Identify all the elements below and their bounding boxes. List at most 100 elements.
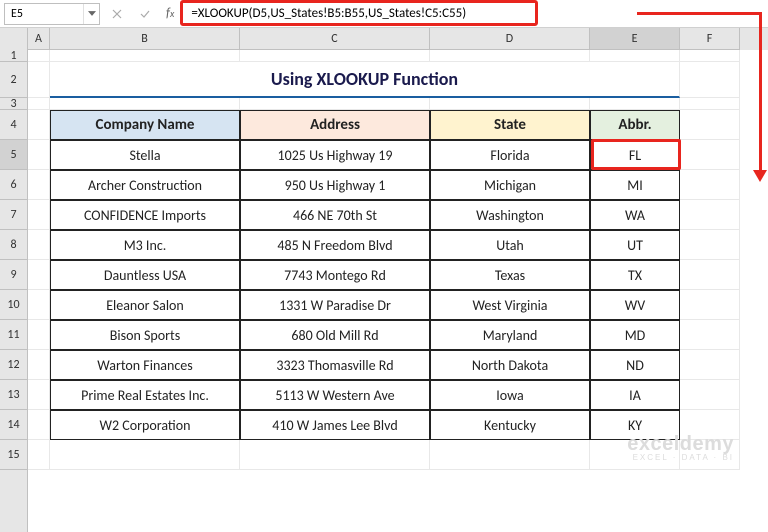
- cell[interactable]: [430, 98, 590, 110]
- row-header[interactable]: 1: [0, 50, 27, 62]
- row-header[interactable]: 14: [0, 410, 27, 440]
- cell-state[interactable]: Florida: [430, 140, 590, 170]
- cell[interactable]: [430, 50, 590, 62]
- cell[interactable]: [680, 350, 740, 380]
- table-header[interactable]: Company Name: [50, 110, 240, 140]
- cell-state[interactable]: North Dakota: [430, 350, 590, 380]
- row-header[interactable]: 9: [0, 260, 27, 290]
- enter-icon[interactable]: [134, 3, 156, 25]
- cell-abbr[interactable]: MD: [590, 320, 680, 350]
- col-header[interactable]: B: [50, 28, 240, 50]
- cell[interactable]: [28, 410, 50, 440]
- row-header[interactable]: 3: [0, 98, 27, 110]
- cell-address[interactable]: 1025 Us Highway 19: [240, 140, 430, 170]
- table-header[interactable]: Abbr.: [590, 110, 680, 140]
- row-header[interactable]: 13: [0, 380, 27, 410]
- cell-state[interactable]: Iowa: [430, 380, 590, 410]
- cell-state[interactable]: Washington: [430, 200, 590, 230]
- row-header[interactable]: 11: [0, 320, 27, 350]
- cell[interactable]: [680, 320, 740, 350]
- cell[interactable]: [28, 200, 50, 230]
- cell[interactable]: [50, 98, 240, 110]
- cell-company[interactable]: Stella: [50, 140, 240, 170]
- cell-state[interactable]: Utah: [430, 230, 590, 260]
- cell-company[interactable]: M3 Inc.: [50, 230, 240, 260]
- col-header[interactable]: E: [590, 28, 680, 50]
- cell[interactable]: [28, 350, 50, 380]
- cell-address[interactable]: 485 N Freedom Blvd: [240, 230, 430, 260]
- cell-abbr[interactable]: ND: [590, 350, 680, 380]
- col-header[interactable]: C: [240, 28, 430, 50]
- row-header[interactable]: 10: [0, 290, 27, 320]
- cell-address[interactable]: 5113 W Western Ave: [240, 380, 430, 410]
- cell-abbr[interactable]: UT: [590, 230, 680, 260]
- row-header[interactable]: 7: [0, 200, 27, 230]
- cell-company[interactable]: Eleanor Salon: [50, 290, 240, 320]
- cell-abbr[interactable]: FL: [590, 140, 680, 170]
- row-header[interactable]: 2: [0, 62, 27, 98]
- col-header[interactable]: F: [680, 28, 740, 50]
- cell[interactable]: [590, 50, 680, 62]
- cell[interactable]: [240, 440, 430, 470]
- cell-state[interactable]: Kentucky: [430, 410, 590, 440]
- cell[interactable]: [680, 200, 740, 230]
- cell[interactable]: [50, 50, 240, 62]
- cell-address[interactable]: 3323 Thomasville Rd: [240, 350, 430, 380]
- fx-icon[interactable]: fx: [166, 6, 174, 21]
- row-header[interactable]: 4: [0, 110, 27, 140]
- cell-company[interactable]: W2 Corporation: [50, 410, 240, 440]
- cell[interactable]: [680, 110, 740, 140]
- cell-company[interactable]: Archer Construction: [50, 170, 240, 200]
- cell[interactable]: [28, 140, 50, 170]
- cell-abbr[interactable]: IA: [590, 380, 680, 410]
- cell-state[interactable]: Maryland: [430, 320, 590, 350]
- cell[interactable]: [28, 440, 50, 470]
- cell-address[interactable]: 950 Us Highway 1: [240, 170, 430, 200]
- cell-address[interactable]: 1331 W Paradise Dr: [240, 290, 430, 320]
- cell-company[interactable]: Warton Finances: [50, 350, 240, 380]
- cell[interactable]: [430, 440, 590, 470]
- cell-state[interactable]: Michigan: [430, 170, 590, 200]
- cell[interactable]: [28, 62, 50, 98]
- cell[interactable]: [28, 110, 50, 140]
- cell-address[interactable]: 410 W James Lee Blvd: [240, 410, 430, 440]
- cell[interactable]: [28, 320, 50, 350]
- cell-address[interactable]: 7743 Montego Rd: [240, 260, 430, 290]
- name-box[interactable]: [5, 4, 83, 24]
- col-header[interactable]: D: [430, 28, 590, 50]
- cell-state[interactable]: Texas: [430, 260, 590, 290]
- cell-address[interactable]: 466 NE 70th St: [240, 200, 430, 230]
- cell[interactable]: [28, 260, 50, 290]
- cell[interactable]: [28, 380, 50, 410]
- cancel-icon[interactable]: [106, 3, 128, 25]
- table-header[interactable]: Address: [240, 110, 430, 140]
- cell-company[interactable]: Dauntless USA: [50, 260, 240, 290]
- cell[interactable]: [680, 62, 740, 98]
- cell[interactable]: [680, 140, 740, 170]
- cell-company[interactable]: Bison Sports: [50, 320, 240, 350]
- cell[interactable]: [28, 290, 50, 320]
- row-header[interactable]: 6: [0, 170, 27, 200]
- cell[interactable]: [240, 98, 430, 110]
- cell[interactable]: [240, 50, 430, 62]
- cell-address[interactable]: 680 Old Mill Rd: [240, 320, 430, 350]
- cell-company[interactable]: Prime Real Estates Inc.: [50, 380, 240, 410]
- cell[interactable]: [680, 260, 740, 290]
- cell-abbr[interactable]: MI: [590, 170, 680, 200]
- cell[interactable]: [28, 170, 50, 200]
- cell-abbr[interactable]: TX: [590, 260, 680, 290]
- row-header[interactable]: 8: [0, 230, 27, 260]
- cell[interactable]: [680, 98, 740, 110]
- row-header[interactable]: 5: [0, 140, 27, 170]
- cell[interactable]: [28, 50, 50, 62]
- cell[interactable]: [50, 440, 240, 470]
- table-header[interactable]: State: [430, 110, 590, 140]
- cell[interactable]: [680, 50, 740, 62]
- cell-abbr[interactable]: WV: [590, 290, 680, 320]
- name-box-dropdown-icon[interactable]: [83, 4, 99, 24]
- formula-bar-input[interactable]: [180, 0, 538, 26]
- cell[interactable]: [680, 170, 740, 200]
- cell[interactable]: [28, 230, 50, 260]
- cell[interactable]: [680, 290, 740, 320]
- row-header[interactable]: 15: [0, 440, 27, 470]
